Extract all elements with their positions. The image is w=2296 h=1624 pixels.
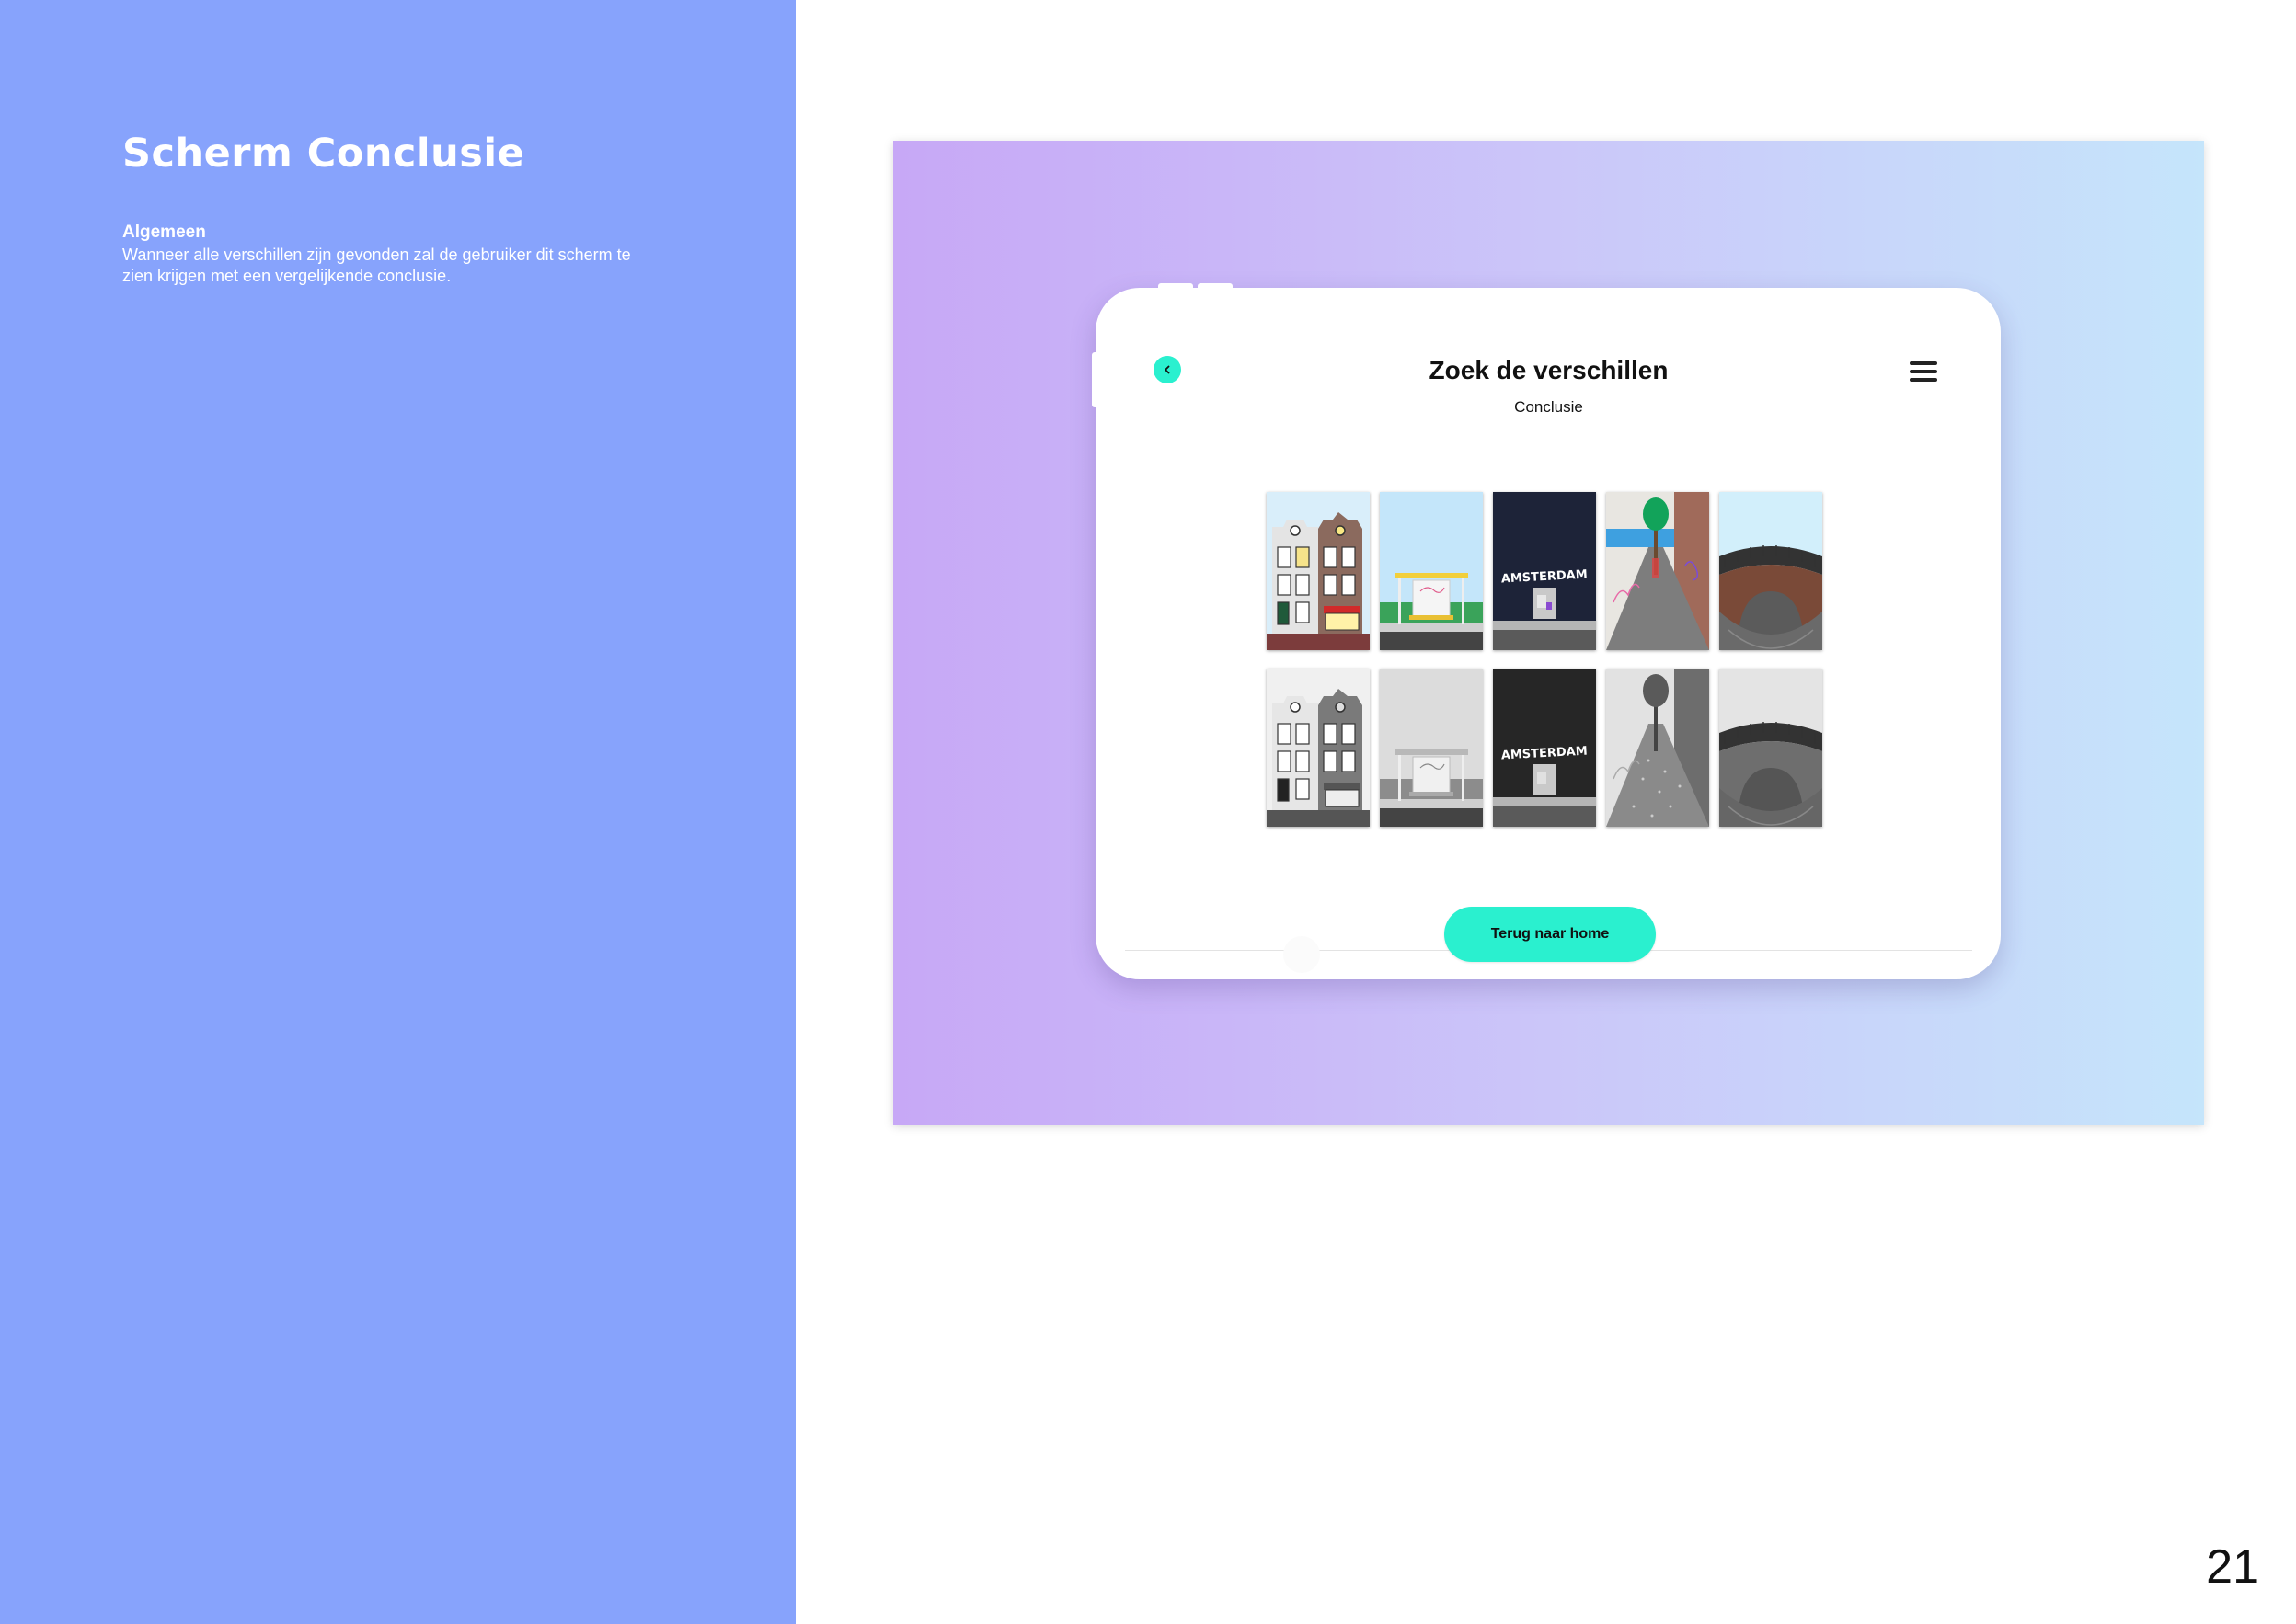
back-to-home-button[interactable]: Terug naar home	[1444, 907, 1656, 962]
thumb-houses-color[interactable]	[1267, 492, 1370, 650]
slide-title: Scherm Conclusie	[122, 131, 525, 177]
thumb-bridge-gray[interactable]	[1719, 669, 1822, 827]
thumb-bridge-color[interactable]	[1719, 492, 1822, 650]
page-number: 21	[2206, 1540, 2259, 1594]
app-subtitle: Conclusie	[1514, 398, 1583, 416]
section-title: Algemeen	[122, 223, 206, 242]
device-button	[1158, 283, 1193, 288]
hamburger-menu-icon[interactable]	[1910, 361, 1937, 382]
thumb-tramstop-color[interactable]	[1380, 492, 1483, 650]
section-description: Wanneer alle verschillen zijn gevonden z…	[122, 246, 631, 285]
thumb-alley-gray[interactable]	[1606, 669, 1709, 827]
mockup-frame: Zoek de verschillen Conclusie AMSTERDAM …	[893, 141, 2204, 1125]
app-title: Zoek de verschillen	[1429, 356, 1669, 384]
info-panel: Scherm Conclusie Algemeen Wanneer alle v…	[0, 0, 796, 1624]
conclusion-grid: AMSTERDAM AMSTERDAM	[1267, 492, 1822, 827]
thumb-tramstop-gray[interactable]	[1380, 669, 1483, 827]
device-button	[1198, 283, 1233, 288]
thumb-wall-color[interactable]: AMSTERDAM	[1493, 492, 1596, 650]
thumb-wall-gray[interactable]: AMSTERDAM	[1493, 669, 1596, 827]
decorative-circle	[1283, 936, 1320, 973]
thumb-alley-color[interactable]	[1606, 492, 1709, 650]
device-side-button	[1092, 352, 1096, 407]
thumb-houses-gray[interactable]	[1267, 669, 1370, 827]
app-screen: Zoek de verschillen Conclusie AMSTERDAM …	[1125, 315, 1972, 973]
tablet-device: Zoek de verschillen Conclusie AMSTERDAM …	[1092, 283, 2001, 979]
